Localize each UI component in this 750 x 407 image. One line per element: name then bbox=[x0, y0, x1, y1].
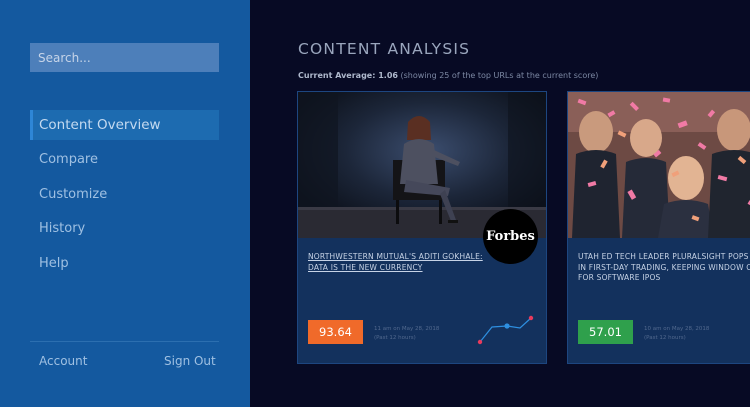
search-box[interactable] bbox=[30, 43, 219, 72]
average-summary: Current Average: 1.06 (showing 25 of the… bbox=[298, 71, 598, 80]
content-card[interactable]: UTAH ED TECH LEADER PLURALSIGHT POPS 33 … bbox=[567, 91, 750, 364]
card-title[interactable]: NORTHWESTERN MUTUAL'S ADITI GOKHALE: DAT… bbox=[308, 252, 483, 273]
sidebar-nav: Content Overview Compare Customize Histo… bbox=[30, 110, 219, 283]
current-average: Current Average: 1.06 bbox=[298, 71, 398, 80]
card-title[interactable]: UTAH ED TECH LEADER PLURALSIGHT POPS 33 … bbox=[578, 252, 750, 284]
card-timestamp: 10 am on May 28, 2018 (Past 12 hours) bbox=[644, 326, 710, 341]
score-badge: 57.01 bbox=[578, 320, 633, 344]
sidebar-item-compare[interactable]: Compare bbox=[30, 145, 219, 175]
sidebar-item-history[interactable]: History bbox=[30, 214, 219, 244]
average-note: (showing 25 of the top URLs at the curre… bbox=[400, 71, 599, 80]
card-image bbox=[568, 92, 750, 238]
score-badge: 93.64 bbox=[308, 320, 363, 344]
page-title: CONTENT ANALYSIS bbox=[298, 40, 471, 58]
sidebar-divider bbox=[30, 341, 219, 342]
sidebar-item-customize[interactable]: Customize bbox=[30, 179, 219, 209]
card-timestamp: 11 am on May 28, 2018 (Past 12 hours) bbox=[374, 326, 440, 341]
main-content: CONTENT ANALYSIS Current Average: 1.06 (… bbox=[250, 0, 750, 407]
search-input[interactable] bbox=[30, 43, 219, 72]
forbes-logo: Forbes bbox=[483, 209, 538, 264]
trend-sparkline-icon bbox=[477, 315, 534, 345]
account-link[interactable]: Account bbox=[39, 354, 87, 368]
content-card[interactable]: Forbes NORTHWESTERN MUTUAL'S ADITI GOKHA… bbox=[297, 91, 547, 364]
sidebar: Content Overview Compare Customize Histo… bbox=[0, 0, 250, 407]
sidebar-item-content-overview[interactable]: Content Overview bbox=[30, 110, 219, 140]
sign-out-link[interactable]: Sign Out bbox=[164, 354, 216, 368]
sidebar-item-help[interactable]: Help bbox=[30, 248, 219, 278]
